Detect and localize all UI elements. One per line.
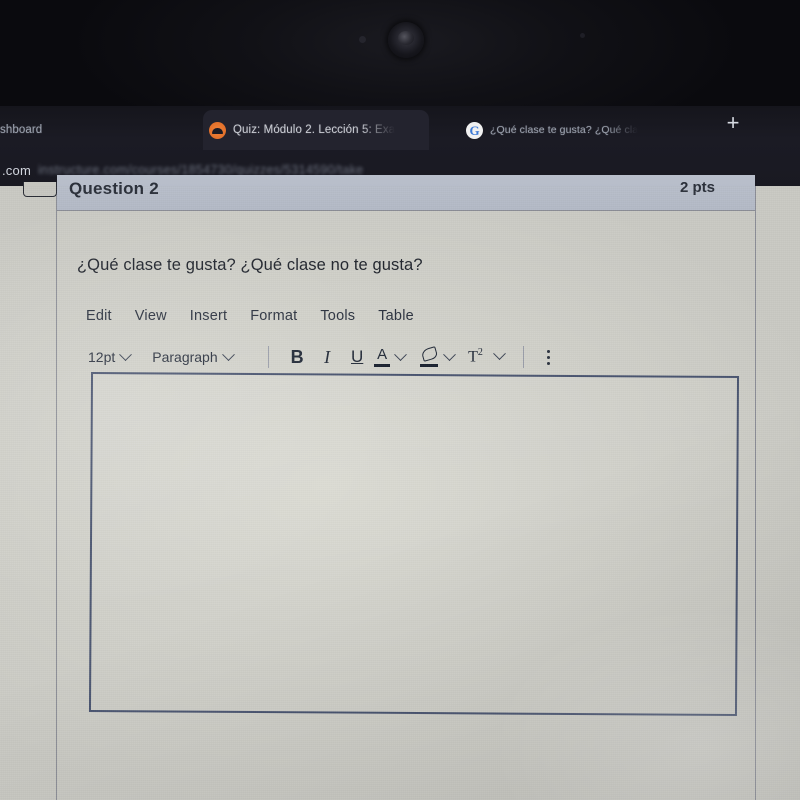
webcam-mic-dot-icon	[580, 33, 585, 38]
bold-button[interactable]: B	[282, 344, 312, 370]
webcam-sensor-dot-icon	[359, 36, 366, 43]
highlight-pen-icon	[419, 346, 441, 368]
block-format-dropdown[interactable]: Paragraph	[152, 347, 235, 365]
browser-tab-2[interactable]: ¿Qué clase te gusta? ¿Qué cla	[460, 110, 682, 150]
question-header: Question 2 2 pts	[57, 175, 755, 211]
chevron-down-icon	[221, 347, 235, 361]
chevron-down-icon	[443, 347, 457, 361]
browser-tab-0-title: shboard	[0, 124, 43, 136]
browser-tab-0[interactable]: shboard	[0, 110, 182, 150]
menu-item-view[interactable]: View	[135, 308, 167, 324]
menu-item-format[interactable]: Format	[250, 308, 297, 324]
chevron-down-icon	[119, 347, 133, 361]
toolbar-divider	[522, 346, 525, 368]
laptop-bezel	[0, 0, 800, 112]
webcam-icon	[388, 22, 424, 58]
lms-page: Question 2 2 pts ¿Qué clase te gusta? ¿Q…	[0, 175, 800, 800]
editor-menubar: Edit View Insert Format Tools Table	[86, 308, 414, 324]
new-tab-button[interactable]: +	[720, 110, 746, 136]
browser-tab-2-title: ¿Qué clase te gusta? ¿Qué cla	[490, 124, 639, 136]
editor-toolbar: 12pt Paragraph B I U A T2	[88, 344, 559, 370]
menu-item-insert[interactable]: Insert	[190, 308, 227, 324]
font-size-value: 12pt	[88, 349, 116, 365]
browser-tab-1-title: Quiz: Módulo 2. Lección 5: Exa	[233, 124, 396, 136]
superscript-dropdown[interactable]: T2	[468, 347, 506, 366]
toolbar-divider	[267, 346, 270, 368]
block-format-value: Paragraph	[152, 349, 218, 365]
kebab-dot-icon	[546, 355, 550, 359]
menu-item-table[interactable]: Table	[378, 308, 414, 324]
address-bar-visible-text: .com	[2, 162, 31, 178]
laptop-photo-scene: shboard ✕ Quiz: Módulo 2. Lección 5: Exa…	[0, 0, 800, 800]
page-left-stub-icon	[23, 182, 57, 197]
menu-item-edit[interactable]: Edit	[86, 308, 112, 324]
chevron-down-icon	[394, 347, 408, 361]
highlight-color-dropdown[interactable]	[419, 346, 457, 368]
text-color-dropdown[interactable]: A	[372, 346, 408, 368]
browser-tab-1[interactable]: Quiz: Módulo 2. Lección 5: Exa	[203, 110, 429, 150]
superscript-icon: T2	[468, 347, 491, 366]
chevron-down-icon	[493, 347, 506, 361]
answer-textarea[interactable]	[88, 372, 740, 716]
superscript-exponent: 2	[477, 347, 483, 359]
superscript-base: T	[468, 348, 478, 366]
text-color-icon: A	[372, 346, 392, 368]
italic-button[interactable]: I	[312, 344, 342, 370]
question-header-title: Question 2	[69, 179, 159, 198]
kebab-dot-icon	[546, 349, 550, 353]
more-options-button[interactable]	[537, 345, 559, 369]
font-size-dropdown[interactable]: 12pt	[88, 347, 133, 365]
canvas-icon	[209, 121, 226, 139]
kebab-dot-icon	[546, 361, 550, 365]
google-icon	[466, 121, 483, 139]
question-points-badge: 2 pts	[679, 179, 715, 196]
question-prompt: ¿Qué clase te gusta? ¿Qué clase no te gu…	[77, 256, 423, 274]
underline-button[interactable]: U	[342, 344, 372, 370]
browser-tabstrip: shboard ✕ Quiz: Módulo 2. Lección 5: Exa…	[0, 108, 800, 242]
menu-item-tools[interactable]: Tools	[320, 308, 355, 324]
